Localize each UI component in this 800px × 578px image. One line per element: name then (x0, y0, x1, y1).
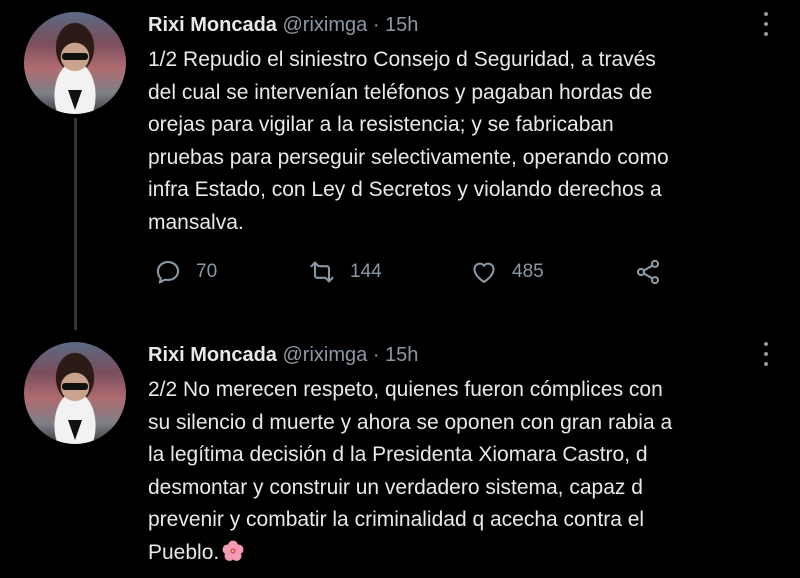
avatar-collar (68, 420, 82, 440)
avatar-glasses (62, 53, 88, 60)
share-button[interactable] (634, 256, 662, 288)
avatar-collar (68, 90, 82, 110)
retweet-button[interactable]: 144 (308, 256, 382, 288)
author-handle[interactable]: @riximga (282, 344, 367, 366)
more-options-icon[interactable] (762, 12, 770, 36)
retweet-count: 144 (350, 261, 382, 282)
author-name[interactable]: Rixi Moncada (148, 344, 277, 366)
tweet-header: Rixi Moncada @riximga · 15h (148, 342, 418, 368)
tweet-text-container: 2/2 No merecen respeto, quienes fueron c… (148, 374, 778, 569)
author-handle[interactable]: @riximga (282, 14, 367, 36)
reply-button[interactable]: 70 (154, 256, 217, 288)
like-count: 485 (512, 261, 544, 282)
like-button[interactable]: 485 (470, 256, 544, 288)
tweet-text: 1/2 Repudio el siniestro Consejo d Segur… (148, 48, 669, 234)
tweet-actions: 70 144 485 (150, 256, 710, 288)
avatar-glasses (62, 383, 88, 390)
tweet-header: Rixi Moncada @riximga · 15h (148, 12, 418, 38)
tweet-time[interactable]: 15h (385, 14, 418, 36)
separator-dot: · (372, 344, 380, 366)
share-icon (636, 259, 660, 285)
avatar[interactable] (24, 342, 126, 444)
heart-icon (473, 262, 495, 283)
tweet-2[interactable]: Rixi Moncada @riximga · 15h 2/2 No merec… (0, 330, 800, 578)
more-options-icon[interactable] (762, 342, 770, 366)
author-name[interactable]: Rixi Moncada (148, 14, 277, 36)
reply-icon (156, 261, 180, 284)
tweet-time[interactable]: 15h (385, 344, 418, 366)
tweet-text: 2/2 No merecen respeto, quienes fueron c… (148, 378, 673, 564)
reply-count: 70 (196, 261, 218, 282)
avatar[interactable] (24, 12, 126, 114)
hibiscus-flower-icon (222, 540, 244, 561)
retweet-icon (310, 261, 334, 283)
tweet-1[interactable]: Rixi Moncada @riximga · 15h 1/2 Repudio … (0, 0, 800, 330)
thread-connector-line (74, 118, 77, 330)
separator-dot: · (372, 14, 380, 36)
